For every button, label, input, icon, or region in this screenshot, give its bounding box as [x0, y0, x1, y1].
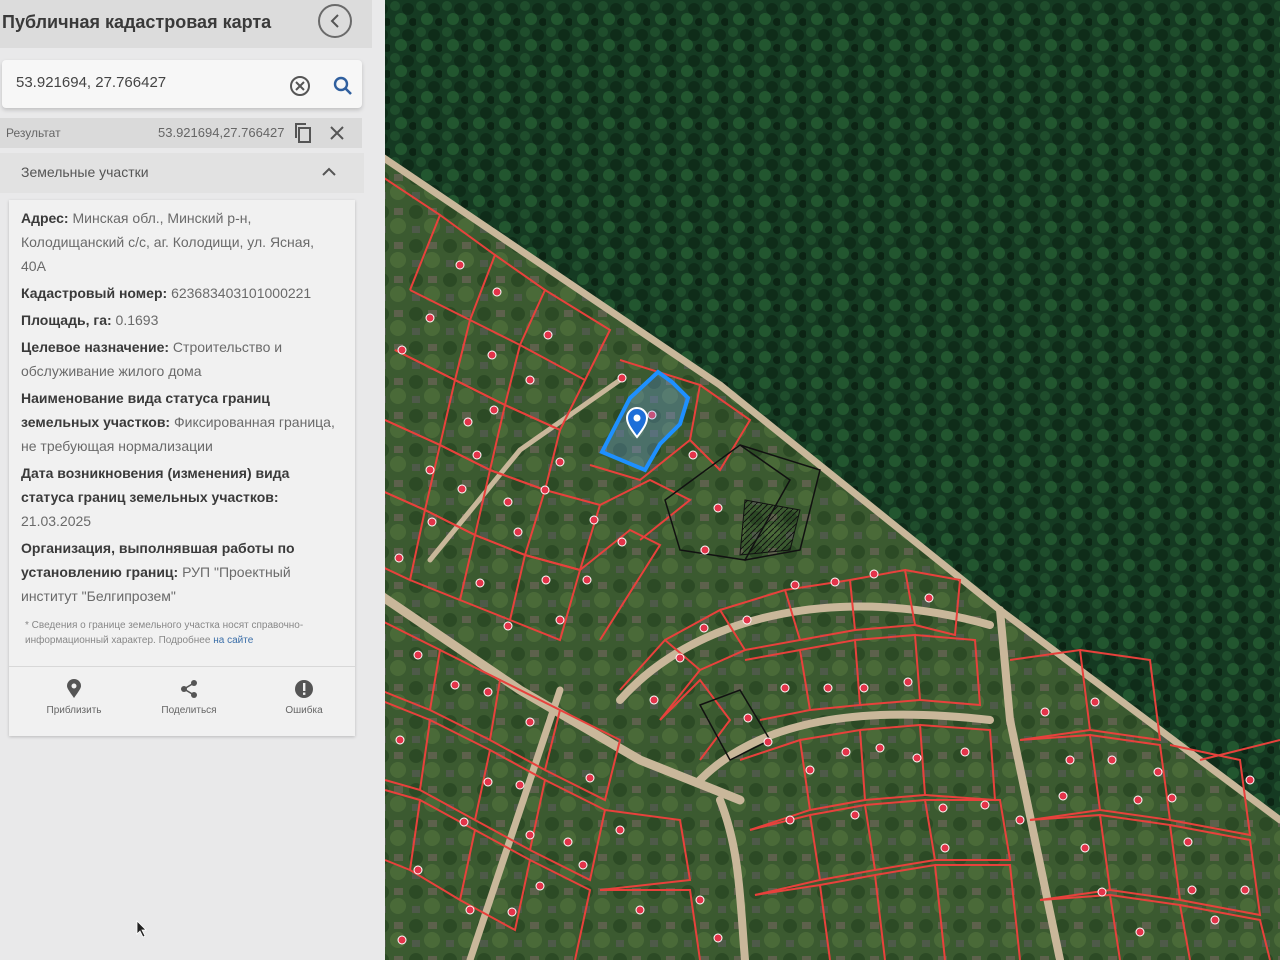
card-actions: Приблизить Поделиться Ошибка: [9, 666, 355, 737]
panel-header: Публичная кадастровая карта: [0, 0, 372, 48]
clear-circle-icon: [290, 76, 310, 96]
parcel-details: Адрес: Минская обл., Минский р-н, Колоди…: [21, 206, 341, 611]
result-bar: Результат 53.921694,27.766427: [0, 118, 362, 148]
disclaimer-link[interactable]: на сайте: [213, 635, 253, 646]
location-pin-icon: [67, 679, 81, 698]
disclaimer-text: * Сведения о границе земельного участка …: [25, 620, 304, 646]
cadastral-row: Кадастровый номер: 623683403101000221: [21, 281, 341, 305]
close-result-button[interactable]: [326, 122, 348, 144]
disclaimer-note: * Сведения о границе земельного участка …: [25, 618, 335, 648]
search-box: [2, 60, 362, 108]
hatched-parcel: [739, 499, 801, 556]
address-label: Адрес:: [21, 210, 69, 226]
zoom-to-button[interactable]: Приблизить: [29, 679, 119, 716]
report-error-button[interactable]: Ошибка: [259, 679, 349, 716]
share-icon: [181, 680, 197, 698]
land-plots-section-header[interactable]: Земельные участки: [0, 153, 364, 193]
report-error-label: Ошибка: [285, 705, 323, 716]
organization-row: Организация, выполнявшая работы по устан…: [21, 536, 341, 608]
status-date-label: Дата возникновения (изменения) вида стат…: [21, 465, 290, 505]
search-button[interactable]: [331, 74, 355, 98]
result-coordinates: 53.921694,27.766427: [158, 125, 285, 140]
address-row: Адрес: Минская обл., Минский р-н, Колоди…: [21, 206, 341, 278]
status-date-value: 21.03.2025: [21, 513, 92, 529]
clear-search-button[interactable]: [288, 74, 312, 98]
search-input[interactable]: [16, 74, 271, 91]
area-value: 0.1693: [115, 312, 159, 328]
purpose-row: Целевое назначение: Строительство и обсл…: [21, 335, 341, 383]
cadastral-label: Кадастровый номер:: [21, 285, 168, 301]
chevron-up-icon: [322, 167, 336, 176]
chevron-left-icon: [330, 14, 339, 28]
status-date-row: Дата возникновения (изменения) вида стат…: [21, 461, 341, 533]
search-icon: [333, 76, 352, 95]
error-icon: [295, 680, 313, 698]
share-label: Поделиться: [161, 705, 217, 716]
copy-button[interactable]: [292, 122, 314, 144]
area-row: Площадь, га: 0.1693: [21, 308, 341, 332]
zoom-to-label: Приблизить: [46, 705, 102, 716]
area-label: Площадь, га:: [21, 312, 112, 328]
result-label: Результат: [6, 126, 61, 140]
copy-icon: [295, 123, 311, 143]
parcel-info-card: Адрес: Минская обл., Минский р-н, Колоди…: [9, 200, 355, 736]
cadastral-number: 623683403101000221: [171, 285, 312, 301]
section-title: Земельные участки: [21, 164, 149, 180]
boundary-status-row: Наименование вида статуса границ земельн…: [21, 386, 341, 458]
collapse-panel-button[interactable]: [318, 4, 352, 38]
share-button[interactable]: Поделиться: [144, 679, 234, 716]
close-icon: [330, 126, 344, 140]
app-title: Публичная кадастровая карта: [2, 12, 272, 32]
purpose-label: Целевое назначение:: [21, 339, 170, 355]
side-panel: Публичная кадастровая карта Результат 53…: [0, 0, 385, 960]
mouse-cursor-icon: [136, 920, 147, 938]
